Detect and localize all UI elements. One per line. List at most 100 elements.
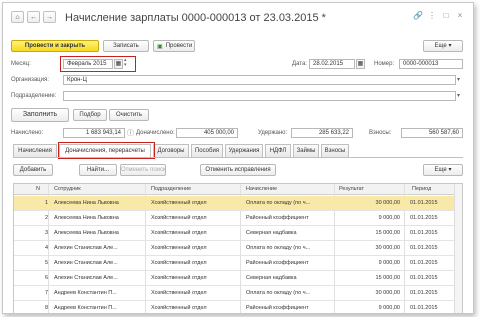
row-number: 6 bbox=[44, 275, 48, 281]
row-result: 9 000,00 bbox=[378, 260, 400, 266]
grid-more-label: Еще bbox=[434, 167, 447, 173]
maximize-icon[interactable]: □ bbox=[441, 11, 451, 21]
header-n[interactable]: N bbox=[36, 184, 40, 195]
info-icon[interactable]: ⓘ bbox=[127, 128, 134, 138]
department-field[interactable] bbox=[63, 91, 456, 101]
number-label: Номер: bbox=[374, 61, 395, 67]
row-accrual: Районный коэффициент bbox=[246, 260, 309, 266]
more-button[interactable]: Еще ▾ bbox=[423, 40, 463, 52]
row-accrual: Районный коэффициент bbox=[246, 305, 309, 311]
row-period: 01.01.2015 bbox=[410, 260, 438, 266]
table-row[interactable]: 1 Алексеева Нина Львовна Хозяйственный о… bbox=[14, 196, 462, 211]
table-row[interactable]: 8 Андреев Константин П... Хозяйственный … bbox=[14, 301, 462, 313]
department-dropdown-icon[interactable]: ▾ bbox=[457, 91, 463, 101]
table-row[interactable]: 6 Алехин Станислав Але... Хозяйственный … bbox=[14, 271, 462, 286]
post-icon: ▣ bbox=[157, 44, 163, 50]
month-field[interactable]: Февраль 2015 bbox=[63, 59, 113, 69]
row-period: 01.01.2015 bbox=[410, 305, 438, 311]
row-employee: Андреев Константин П... bbox=[54, 290, 117, 296]
forward-icon[interactable]: → bbox=[43, 11, 56, 23]
table-row[interactable]: 2 Алексеева Нина Львовна Хозяйственный о… bbox=[14, 211, 462, 226]
row-department: Хозяйственный отдел bbox=[151, 245, 207, 251]
row-period: 01.01.2015 bbox=[410, 200, 438, 206]
save-button[interactable]: Записать bbox=[103, 40, 149, 52]
date-label: Дата: bbox=[292, 61, 307, 67]
row-number: 2 bbox=[44, 215, 48, 221]
table-header: N Сотрудник Подразделение Начисление Рез… bbox=[14, 184, 462, 195]
row-department: Хозяйственный отдел bbox=[151, 260, 207, 266]
row-number: 3 bbox=[44, 230, 48, 236]
row-employee: Алехин Станислав Але... bbox=[54, 245, 118, 251]
row-result: 9 000,00 bbox=[378, 305, 400, 311]
grid-more-button[interactable]: Еще ▾ bbox=[423, 164, 463, 176]
header-department[interactable]: Подразделение bbox=[151, 184, 191, 195]
close-icon[interactable]: × bbox=[455, 11, 465, 21]
home-icon[interactable]: ⌂ bbox=[11, 11, 24, 23]
tab-deductions[interactable]: Удержания bbox=[225, 144, 263, 157]
tab-loans[interactable]: Займы bbox=[293, 144, 319, 157]
organization-dropdown-icon[interactable]: ▾ bbox=[457, 75, 463, 85]
row-number: 8 bbox=[44, 305, 48, 311]
title-bar: ⌂ ← → Начисление зарплаты 0000-000013 от… bbox=[3, 3, 473, 33]
menu-icon[interactable]: ⋮ bbox=[427, 11, 437, 21]
post-button-label: Провести bbox=[165, 43, 193, 49]
post-button[interactable]: ▣ Провести bbox=[153, 40, 195, 52]
row-employee: Алексеева Нина Львовна bbox=[54, 215, 119, 221]
tab-contracts[interactable]: Договоры bbox=[153, 144, 189, 157]
document-window: ⌂ ← → Начисление зарплаты 0000-000013 от… bbox=[2, 2, 474, 314]
tab-contributions[interactable]: Взносы bbox=[321, 144, 349, 157]
cancel-search-button[interactable]: Отменить поиск bbox=[120, 164, 166, 176]
withheld-label: Удержано: bbox=[258, 130, 288, 136]
header-employee[interactable]: Сотрудник bbox=[54, 184, 81, 195]
row-employee: Алехин Станислав Але... bbox=[54, 275, 118, 281]
tab-divider bbox=[13, 157, 463, 158]
fill-button[interactable]: Заполнить bbox=[11, 108, 69, 122]
row-number: 7 bbox=[44, 290, 48, 296]
table-scrollbar[interactable] bbox=[454, 184, 462, 313]
additional-value: 405 000,00 bbox=[176, 128, 238, 138]
header-accrual[interactable]: Начисление bbox=[246, 184, 277, 195]
tab-accruals[interactable]: Начисления bbox=[13, 144, 57, 157]
header-period[interactable]: Период bbox=[412, 184, 431, 195]
row-period: 01.01.2015 bbox=[410, 245, 438, 251]
row-result: 30 000,00 bbox=[375, 200, 400, 206]
row-result: 30 000,00 bbox=[375, 290, 400, 296]
month-label: Месяц: bbox=[11, 61, 31, 67]
grid-more-chevron-icon: ▾ bbox=[448, 167, 452, 173]
withheld-value: 285 633,22 bbox=[291, 128, 353, 138]
contributions-label: Взносы: bbox=[369, 130, 392, 136]
cancel-corrections-button[interactable]: Отменить исправления bbox=[200, 164, 276, 176]
add-button[interactable]: Добавить bbox=[13, 164, 53, 176]
row-number: 5 bbox=[44, 260, 48, 266]
calendar-icon[interactable]: ▦ bbox=[114, 59, 123, 69]
date-field[interactable]: 28.02.2015 bbox=[309, 59, 355, 69]
row-employee: Алексеева Нина Львовна bbox=[54, 200, 119, 206]
table-row[interactable]: 4 Алехин Станислав Але... Хозяйственный … bbox=[14, 241, 462, 256]
row-accrual: Оплата по окладу (по ч... bbox=[246, 245, 311, 251]
row-department: Хозяйственный отдел bbox=[151, 275, 207, 281]
header-result[interactable]: Результат bbox=[339, 184, 364, 195]
tab-ndfl[interactable]: НДФЛ bbox=[265, 144, 291, 157]
month-stepper[interactable]: ▴ ▾ bbox=[124, 58, 127, 68]
link-icon[interactable]: 🔗 bbox=[413, 11, 423, 21]
clear-button[interactable]: Очистить bbox=[109, 109, 149, 121]
row-department: Хозяйственный отдел bbox=[151, 305, 207, 311]
row-department: Хозяйственный отдел bbox=[151, 215, 207, 221]
row-result: 15 000,00 bbox=[375, 230, 400, 236]
department-label: Подразделение: bbox=[11, 93, 57, 99]
tab-benefits[interactable]: Пособия bbox=[191, 144, 223, 157]
post-and-close-button[interactable]: Провести и закрыть bbox=[11, 40, 99, 52]
number-field[interactable]: 0000-000013 bbox=[399, 59, 463, 69]
row-department: Хозяйственный отдел bbox=[151, 290, 207, 296]
table-row[interactable]: 5 Алехин Станислав Але... Хозяйственный … bbox=[14, 256, 462, 271]
row-result: 15 000,00 bbox=[375, 275, 400, 281]
table-row[interactable]: 7 Андреев Константин П... Хозяйственный … bbox=[14, 286, 462, 301]
back-icon[interactable]: ← bbox=[27, 11, 40, 23]
row-department: Хозяйственный отдел bbox=[151, 200, 207, 206]
select-button[interactable]: Подбор bbox=[73, 109, 107, 121]
find-button[interactable]: Найти... bbox=[79, 164, 117, 176]
row-employee: Алехин Станислав Але... bbox=[54, 260, 118, 266]
date-calendar-icon[interactable]: ▦ bbox=[356, 59, 365, 69]
organization-field[interactable]: Крон-Ц bbox=[63, 75, 456, 85]
table-row[interactable]: 3 Алексеева Нина Львовна Хозяйственный о… bbox=[14, 226, 462, 241]
